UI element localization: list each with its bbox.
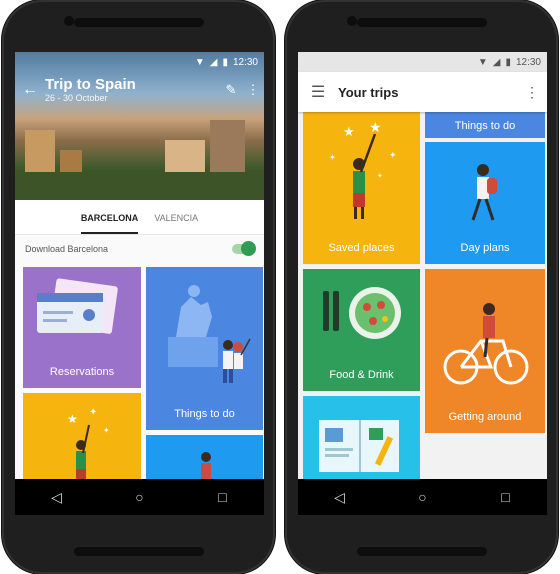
right-phone: ▼ ◢ ▮ 12:30 ☰ Your trips ⋮ Things to do … (285, 0, 558, 574)
tile-day-plans[interactable]: Day plans (425, 142, 545, 264)
status-bar: ▼ ◢ ▮ 12:30 (298, 52, 547, 72)
statue-icon (168, 285, 251, 383)
more-vert-icon[interactable]: ⋮ (242, 82, 264, 98)
back-arrow-icon[interactable]: ← (15, 81, 45, 99)
page-title: Your trips (338, 84, 399, 100)
back-triangle-icon[interactable]: ◁ (37, 489, 77, 506)
hiker-icon (471, 164, 497, 221)
tab-barcelona[interactable]: BARCELONA (80, 200, 139, 234)
svg-text:★: ★ (369, 119, 382, 135)
front-camera (347, 16, 357, 26)
tile-things-to-do-label: Things to do (174, 408, 235, 420)
tile-saved-places[interactable]: ★ ★ ✦ ✦ ✦ Saved places (303, 112, 420, 264)
tile-day-plans-label: Day plans (460, 242, 510, 254)
battery-icon: ▮ (505, 56, 511, 68)
recents-square-icon[interactable]: □ (486, 489, 526, 505)
svg-text:✦: ✦ (103, 426, 110, 435)
download-toggle[interactable] (232, 241, 256, 256)
hiker-icon (201, 452, 211, 483)
bicycle-icon (443, 303, 529, 385)
speaker-grille (356, 18, 487, 27)
trip-header: ← Trip to Spain 26 - 30 October ✎ ⋮ (15, 76, 264, 104)
tile-food-drink-label: Food & Drink (329, 369, 394, 381)
open-book-icon (319, 420, 399, 472)
wifi-icon: ▼ (194, 56, 205, 68)
tile-saved-places[interactable]: ★ ✦ ✦ (23, 393, 141, 483)
svg-text:✦: ✦ (389, 150, 397, 160)
tile-things-to-do[interactable]: Things to do (146, 267, 263, 430)
tile-saved-places-label: Saved places (328, 242, 395, 254)
tickets-icon (37, 278, 118, 334)
tile-reservations-label: Reservations (49, 366, 115, 378)
signal-icon: ◢ (209, 56, 218, 68)
home-circle-icon[interactable]: ○ (120, 489, 160, 505)
tile-things-to-do[interactable]: Things to do (425, 112, 545, 138)
person-stars-icon: ★ ✦ ✦ (67, 407, 110, 479)
tile-guide[interactable] (303, 396, 420, 479)
trip-dates: 26 - 30 October (45, 93, 108, 103)
tile-day-plans[interactable] (146, 435, 263, 483)
speaker-grille-bottom (73, 547, 204, 556)
svg-text:✦: ✦ (377, 172, 383, 180)
signal-icon: ◢ (492, 56, 501, 68)
system-nav-bar: ◁ ○ □ (298, 479, 547, 515)
back-triangle-icon[interactable]: ◁ (320, 489, 360, 506)
tile-reservations[interactable]: Reservations (23, 267, 141, 388)
system-nav-bar: ◁ ○ □ (15, 479, 264, 515)
tile-getting-around-label: Getting around (448, 411, 522, 423)
speaker-grille-bottom (356, 547, 487, 556)
home-circle-icon[interactable]: ○ (403, 489, 443, 505)
svg-text:★: ★ (67, 412, 78, 426)
svg-text:★: ★ (343, 124, 355, 139)
svg-text:✦: ✦ (89, 407, 97, 418)
battery-icon: ▮ (222, 56, 228, 68)
wifi-icon: ▼ (477, 56, 488, 68)
person-stars-icon: ★ ★ ✦ ✦ ✦ (329, 119, 397, 219)
front-camera (64, 16, 74, 26)
left-screen: ▼ ◢ ▮ 12:30 ← Trip to Spain 26 - 30 Octo… (15, 52, 264, 515)
recents-square-icon[interactable]: □ (203, 489, 243, 505)
status-bar: ▼ ◢ ▮ 12:30 (15, 52, 264, 72)
left-phone: ▼ ◢ ▮ 12:30 ← Trip to Spain 26 - 30 Octo… (2, 0, 275, 574)
speaker-grille (73, 18, 204, 27)
hamburger-menu-icon[interactable]: ☰ (298, 82, 338, 102)
trip-title: Trip to Spain (45, 76, 136, 93)
tab-valencia[interactable]: VALENCIA (154, 200, 198, 234)
app-bar: ☰ Your trips ⋮ (298, 72, 547, 112)
tile-food-drink[interactable]: Food & Drink (303, 269, 420, 391)
edit-icon[interactable]: ✎ (220, 82, 242, 98)
salad-plate-icon (323, 287, 401, 339)
status-time: 12:30 (515, 56, 541, 68)
download-row: Download Barcelona (15, 238, 264, 260)
right-screen: ▼ ◢ ▮ 12:30 ☰ Your trips ⋮ Things to do … (298, 52, 547, 515)
download-label: Download Barcelona (25, 244, 109, 254)
city-tabs: BARCELONA VALENCIA (15, 200, 264, 235)
status-time: 12:30 (232, 56, 258, 68)
more-vert-icon[interactable]: ⋮ (517, 84, 547, 101)
tile-getting-around[interactable]: Getting around (425, 269, 545, 433)
tile-things-to-do-label: Things to do (454, 120, 516, 132)
svg-text:✦: ✦ (329, 153, 336, 162)
